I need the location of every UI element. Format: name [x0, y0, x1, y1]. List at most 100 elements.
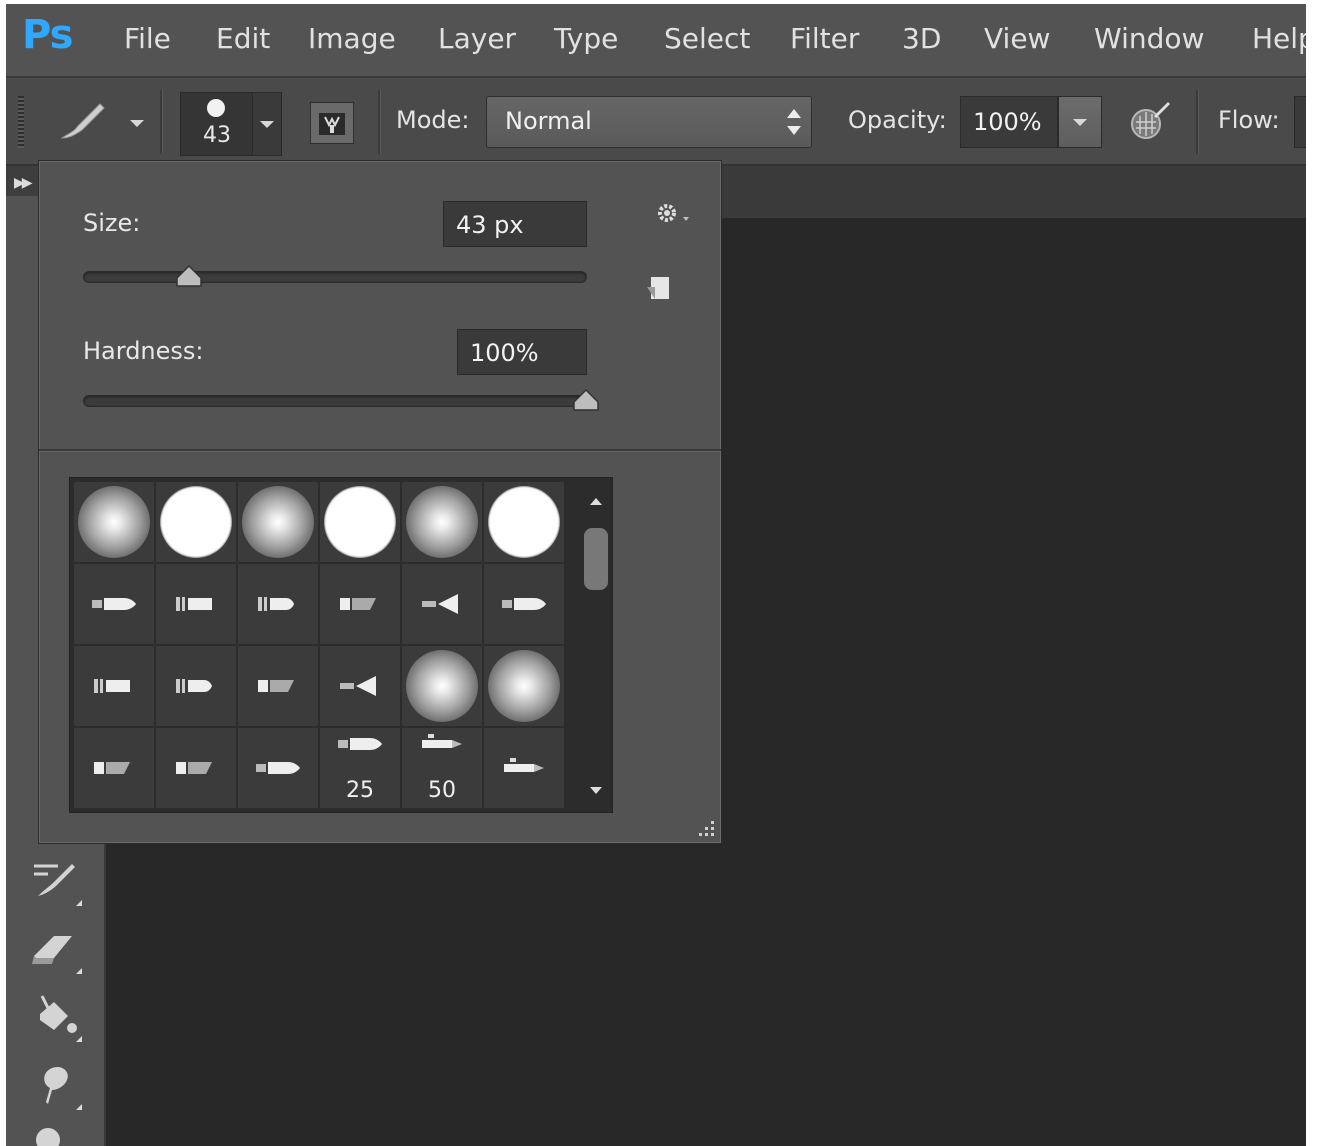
soft-round-brush-icon — [488, 650, 560, 722]
opacity-input[interactable]: 100% — [960, 96, 1058, 148]
scroll-up-icon[interactable] — [590, 498, 602, 505]
brush-panel-icon — [319, 113, 345, 135]
brush-preset-tip-flat-round[interactable] — [238, 564, 318, 644]
scroll-down-icon[interactable] — [590, 787, 602, 794]
hardness-slider-thumb[interactable] — [572, 388, 600, 412]
brush-preset-tip-flat[interactable] — [156, 564, 236, 644]
tip-flat-round-icon — [172, 676, 220, 696]
brush-preset-tip-angled[interactable] — [320, 564, 400, 644]
options-bar-grip[interactable] — [18, 96, 24, 148]
soft-round-brush-icon — [242, 486, 314, 558]
hardness-slider[interactable] — [83, 388, 599, 411]
brush-preset-tip-angled[interactable] — [74, 728, 154, 808]
scroll-thumb[interactable] — [584, 528, 608, 590]
size-input[interactable]: 43 px — [443, 201, 587, 247]
soft-round-brush-icon — [406, 650, 478, 722]
brush-preset-tip-pen[interactable]: 50 — [402, 728, 482, 808]
new-preset-button[interactable] — [643, 273, 673, 303]
menu-image[interactable]: Image — [308, 22, 396, 55]
menu-select[interactable]: Select — [664, 22, 750, 55]
tip-angled-icon — [90, 758, 138, 778]
brush-preset-tip-angled[interactable] — [156, 728, 236, 808]
panel-resize-grip[interactable] — [695, 817, 715, 837]
eraser-tool[interactable] — [28, 924, 82, 974]
brush-preset-soft-large[interactable] — [484, 646, 564, 726]
blend-mode-value: Normal — [505, 107, 592, 135]
menu-window[interactable]: Window — [1094, 22, 1204, 55]
chevron-down-icon — [260, 121, 274, 128]
presets-scrollbar[interactable] — [580, 478, 612, 812]
options-bar: 43 Mode: Normal Opacity: 100% Flow: — [6, 78, 1306, 166]
menu-layer[interactable]: Layer — [438, 22, 516, 55]
brush-preset-tip-pen[interactable] — [484, 728, 564, 808]
brush-preset-tip-fan[interactable] — [402, 564, 482, 644]
menu-3d[interactable]: 3D — [902, 22, 941, 55]
paint-bucket-tool[interactable] — [28, 992, 82, 1042]
tip-flat-round-icon — [254, 594, 302, 614]
hard-round-brush-icon — [324, 486, 396, 558]
menu-help[interactable]: Help — [1252, 22, 1306, 55]
updown-arrows-icon — [787, 107, 801, 137]
brush-preset-hard[interactable] — [320, 482, 400, 562]
gear-icon — [658, 204, 689, 222]
menu-edit[interactable]: Edit — [216, 22, 270, 55]
hardness-value: 100% — [470, 339, 539, 367]
brush-preset-tip-flat[interactable] — [74, 646, 154, 726]
tip-round-icon — [254, 758, 302, 778]
brush-preset-hard[interactable] — [484, 482, 564, 562]
tool-flyout-indicator — [76, 900, 82, 906]
brush-settings-section: Size: 43 px Hardness: 100% — [39, 161, 721, 449]
smudge-tool[interactable] — [28, 1060, 82, 1110]
tip-angled-icon — [254, 676, 302, 696]
brush-preset-tip-angled[interactable] — [238, 646, 318, 726]
menu-file[interactable]: File — [124, 22, 171, 55]
history-brush-tool[interactable] — [28, 856, 82, 906]
tool-preset-picker[interactable] — [56, 96, 114, 146]
hardness-input[interactable]: 100% — [457, 329, 587, 375]
brush-preset-tip-round[interactable] — [74, 564, 154, 644]
tip-round-icon — [336, 734, 384, 754]
brush-preset-soft[interactable] — [74, 482, 154, 562]
panel-divider — [39, 449, 721, 452]
brush-preset-tip-round[interactable] — [484, 564, 564, 644]
chevron-down-icon — [1073, 119, 1087, 126]
brush-preset-soft[interactable] — [402, 482, 482, 562]
menu-view[interactable]: View — [984, 22, 1050, 55]
toggle-brush-panel-button[interactable] — [310, 102, 354, 144]
brush-preset-tip-round[interactable]: 25 — [320, 728, 400, 808]
pressure-opacity-button[interactable] — [1124, 96, 1174, 146]
new-preset-icon — [647, 277, 669, 299]
tip-round-icon — [500, 594, 548, 614]
slider-thumb-icon — [176, 264, 203, 287]
brush-preset-picker-button[interactable]: 43 — [180, 92, 254, 156]
brush-preset-dropdown[interactable] — [252, 92, 282, 156]
brush-preset-soft-large[interactable] — [402, 646, 482, 726]
tool-flyout-indicator — [76, 1104, 82, 1110]
divider — [1196, 90, 1199, 154]
menu-filter[interactable]: Filter — [790, 22, 859, 55]
brush-preset-tip-flat-round[interactable] — [156, 646, 236, 726]
brush-preset-size-label: 25 — [346, 778, 374, 803]
dodge-tool[interactable] — [28, 1124, 82, 1146]
size-slider-thumb[interactable] — [175, 264, 203, 288]
brush-preset-tip-round[interactable] — [238, 728, 318, 808]
opacity-dropdown[interactable] — [1058, 96, 1102, 148]
slider-thumb-icon — [573, 388, 599, 411]
size-slider[interactable] — [83, 264, 587, 287]
brush-preset-hard[interactable] — [156, 482, 236, 562]
brush-tip-preview-icon — [207, 99, 225, 117]
panel-settings-button[interactable] — [651, 197, 695, 231]
brush-preset-tip-fan[interactable] — [320, 646, 400, 726]
opacity-label: Opacity: — [848, 106, 947, 134]
tool-preset-dropdown-icon[interactable] — [130, 120, 144, 127]
hard-round-brush-icon — [160, 486, 232, 558]
collapse-panel-icon[interactable]: ▶▶ — [14, 175, 32, 191]
brush-preset-soft[interactable] — [238, 482, 318, 562]
history-brush-icon — [34, 864, 75, 896]
blend-mode-select[interactable]: Normal — [486, 96, 812, 148]
brush-tool-icon — [60, 103, 105, 139]
ps-logo: Ps — [22, 12, 73, 58]
tip-round-icon — [90, 594, 138, 614]
menu-type[interactable]: Type — [554, 22, 618, 55]
flow-input[interactable] — [1294, 96, 1306, 148]
